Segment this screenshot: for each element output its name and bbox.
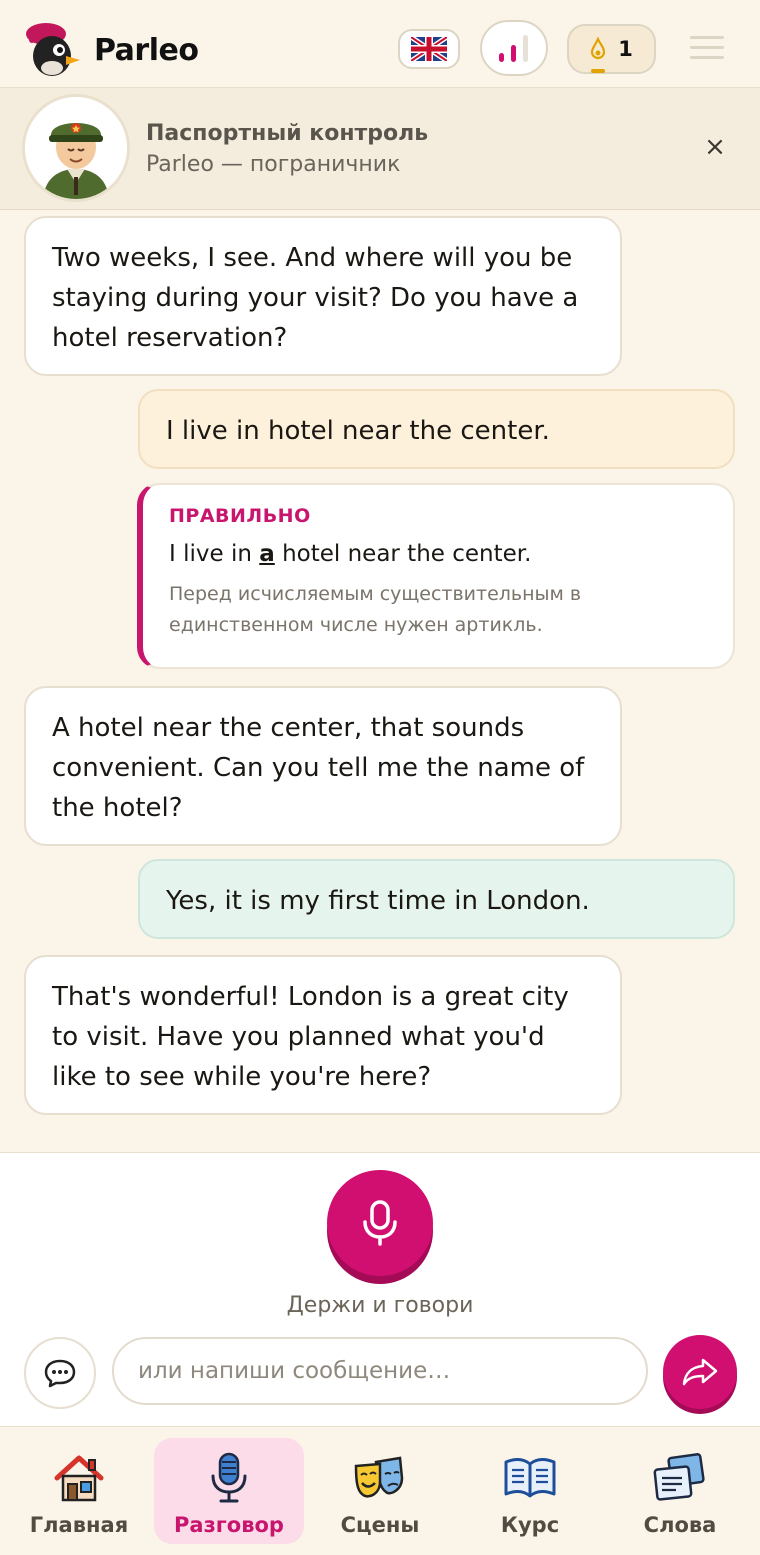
streak-count: 1 <box>618 37 633 61</box>
top-bar: Parleo 1 <box>0 0 760 88</box>
text-mode-button[interactable] <box>24 1337 96 1409</box>
message-input[interactable] <box>112 1337 648 1405</box>
correction-card: ПРАВИЛЬНО I live in a hotel near the cen… <box>137 483 735 669</box>
logo[interactable]: Parleo <box>22 20 199 80</box>
level-button[interactable] <box>480 20 548 76</box>
hold-to-talk-button[interactable] <box>327 1170 433 1276</box>
corrected-word: a <box>259 541 275 567</box>
nav-course[interactable]: Курс <box>455 1438 605 1544</box>
scenario-subtitle: Parleo — пограничник <box>146 152 401 177</box>
flame-icon <box>591 37 606 60</box>
user-message: I live in hotel near the center. <box>138 389 735 469</box>
nav-label: Сцены <box>340 1513 420 1537</box>
microphone-icon <box>363 1200 397 1246</box>
menu-button[interactable] <box>690 36 724 62</box>
correction-note: Перед исчисляемым существительным в един… <box>169 583 582 636</box>
send-button[interactable] <box>663 1335 737 1409</box>
scenario-banner: Паспортный контроль Parleo — пограничник <box>0 88 760 210</box>
nav-label: Главная <box>29 1513 129 1537</box>
microphone-icon <box>211 1452 247 1503</box>
user-message: Yes, it is my first time in London. <box>138 859 735 939</box>
mic-hint: Держи и говори <box>286 1293 474 1318</box>
bot-message: A hotel near the center, that sounds con… <box>24 686 622 846</box>
nav-conversation[interactable]: Разговор <box>154 1438 304 1544</box>
house-icon <box>54 1455 104 1502</box>
streak-button[interactable]: 1 <box>567 24 656 74</box>
send-arrow-icon <box>682 1358 718 1386</box>
uk-flag-icon <box>411 37 447 61</box>
bottom-nav: Главная Разговор Сцены Курс Слова <box>0 1427 760 1555</box>
chat-bubble-icon <box>44 1359 76 1388</box>
nav-scenes[interactable]: Сцены <box>305 1438 455 1544</box>
nav-words[interactable]: Слова <box>605 1438 755 1544</box>
streak-progress <box>591 69 605 73</box>
nav-label: Слова <box>643 1513 717 1537</box>
nav-label: Разговор <box>174 1513 284 1537</box>
parrot-mascot-icon <box>26 23 80 76</box>
bot-message: Two weeks, I see. And where will you be … <box>24 216 622 376</box>
bot-message: That's wonderful! London is a great city… <box>24 955 622 1115</box>
border-guard-avatar-icon <box>25 97 127 199</box>
open-book-icon <box>504 1458 556 1498</box>
language-button[interactable] <box>398 29 460 69</box>
flashcards-icon <box>653 1453 705 1501</box>
correction-label: ПРАВИЛЬНО <box>169 505 311 527</box>
corrected-sentence: I live in a hotel near the center. <box>169 541 532 567</box>
theater-masks-icon <box>354 1456 404 1498</box>
scenario-title: Паспортный контроль <box>146 121 429 146</box>
hamburger-icon <box>690 36 724 39</box>
composer-panel: Держи и говори <box>0 1152 760 1427</box>
nav-home[interactable]: Главная <box>4 1438 154 1544</box>
close-button[interactable]: × <box>700 132 730 162</box>
bars-level-icon <box>499 35 528 62</box>
nav-label: Курс <box>500 1513 560 1537</box>
avatar <box>22 94 130 202</box>
app-name: Parleo <box>94 32 199 68</box>
